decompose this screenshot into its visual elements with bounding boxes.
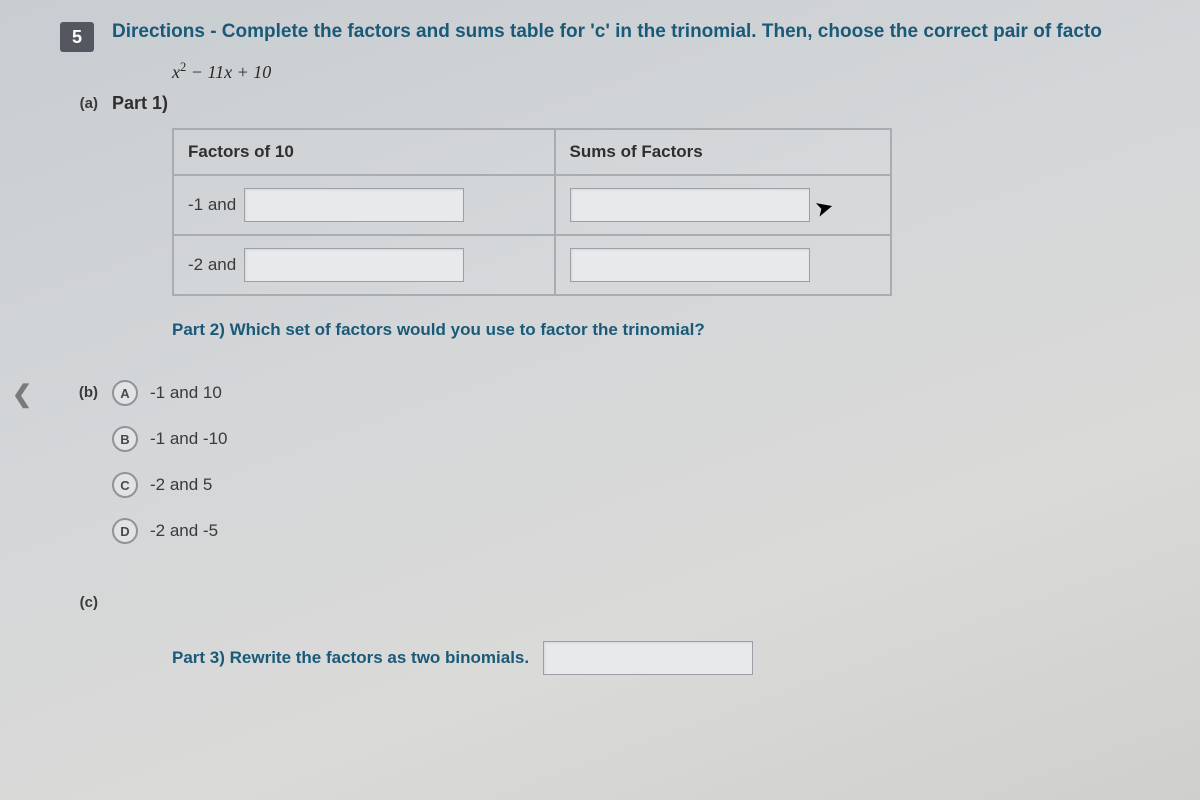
- row1-prefix: -1 and: [188, 195, 236, 215]
- row1-factor-input[interactable]: [244, 188, 464, 222]
- choice-b[interactable]: B -1 and -10: [112, 426, 228, 452]
- choice-d[interactable]: D -2 and -5: [112, 518, 218, 544]
- directions-text: Directions - Complete the factors and su…: [112, 20, 1102, 45]
- table-row: -1 and: [173, 175, 891, 235]
- row2-factor-input[interactable]: [244, 248, 464, 282]
- part-a-header: (a) Part 1): [60, 93, 1200, 114]
- choice-text: -1 and 10: [150, 383, 222, 403]
- part1-label: Part 1): [112, 93, 168, 114]
- question-page: 5 Directions - Complete the factors and …: [0, 0, 1200, 675]
- part-b-marker: (b): [60, 384, 98, 401]
- choice-letter-icon: D: [112, 518, 138, 544]
- choice-letter-icon: C: [112, 472, 138, 498]
- trinomial-expression: x2 − 11x + 10: [172, 60, 1200, 83]
- part3-prompt: Part 3) Rewrite the factors as two binom…: [172, 648, 529, 668]
- table-header-row: Factors of 10 Sums of Factors: [173, 129, 891, 175]
- prev-chevron-icon[interactable]: ❮: [12, 380, 32, 409]
- part-c-section: (c): [60, 594, 1200, 611]
- table-row: -2 and: [173, 235, 891, 295]
- part3-answer-input[interactable]: [543, 641, 753, 675]
- header-row: 5 Directions - Complete the factors and …: [60, 20, 1200, 52]
- choice-text: -2 and -5: [150, 521, 218, 541]
- row2-prefix: -2 and: [188, 255, 236, 275]
- part-a-marker: (a): [60, 95, 98, 112]
- header-factors: Factors of 10: [173, 129, 555, 175]
- part-c-marker: (c): [60, 594, 98, 611]
- choice-text: -1 and -10: [150, 429, 228, 449]
- header-sums: Sums of Factors: [555, 129, 891, 175]
- factors-table: Factors of 10 Sums of Factors -1 and -: [172, 128, 892, 296]
- choice-text: -2 and 5: [150, 475, 212, 495]
- part2-prompt: Part 2) Which set of factors would you u…: [172, 320, 1200, 340]
- row1-sum-input[interactable]: [570, 188, 810, 222]
- choice-letter-icon: B: [112, 426, 138, 452]
- choice-c[interactable]: C -2 and 5: [112, 472, 212, 498]
- choice-a[interactable]: A -1 and 10: [112, 380, 222, 406]
- part3-row: Part 3) Rewrite the factors as two binom…: [172, 641, 1200, 675]
- part-b-section: (b) A -1 and 10 B -1 and -10 C -2 and 5 …: [60, 380, 1200, 564]
- question-number-badge: 5: [60, 22, 94, 52]
- row2-sum-input[interactable]: [570, 248, 810, 282]
- choice-letter-icon: A: [112, 380, 138, 406]
